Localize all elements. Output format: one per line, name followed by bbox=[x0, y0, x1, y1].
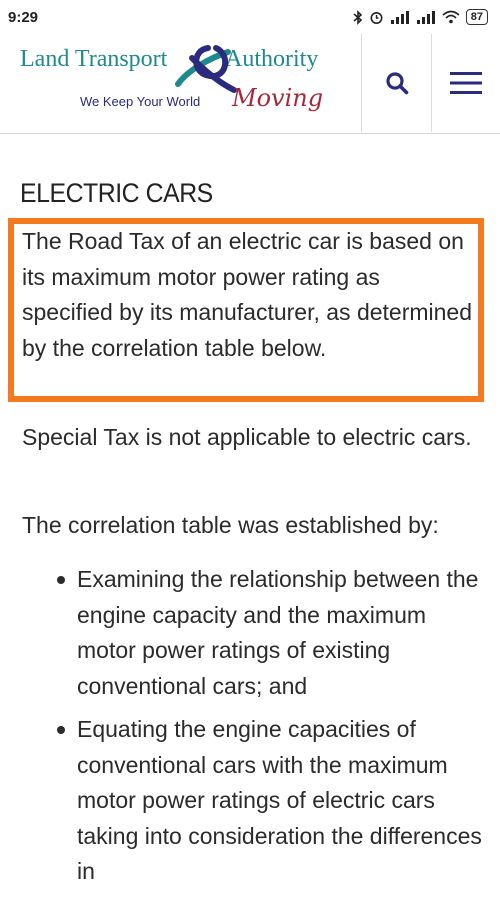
status-time: 9:29 bbox=[8, 8, 39, 26]
hamburger-menu-icon bbox=[450, 72, 482, 94]
paragraph-road-tax: The Road Tax of an electric car is based… bbox=[22, 228, 473, 361]
logo-title: Land Transport Authority bbox=[20, 46, 318, 73]
lta-logo[interactable]: Land Transport Authority We Keep Your Wo… bbox=[20, 45, 340, 132]
paragraph-special-tax: Special Tax is not applicable to electri… bbox=[22, 424, 472, 450]
logo-swoosh-icon bbox=[175, 45, 237, 93]
menu-button[interactable] bbox=[432, 34, 500, 132]
signal-icon bbox=[390, 10, 409, 24]
wifi-icon bbox=[442, 10, 460, 24]
status-bar: 9:29 87 bbox=[0, 0, 500, 34]
list-item-text: Equating the engine capacities of conven… bbox=[77, 716, 482, 884]
list-item: Equating the engine capacities of conven… bbox=[0, 712, 500, 890]
search-button[interactable] bbox=[362, 34, 432, 132]
list-item-text: Examining the relationship between the e… bbox=[77, 566, 479, 699]
bullet-dot bbox=[57, 576, 65, 584]
battery-icon: 87 bbox=[465, 9, 488, 25]
signal-icon bbox=[416, 10, 435, 24]
search-icon bbox=[386, 72, 409, 95]
list-item: Examining the relationship between the e… bbox=[0, 562, 500, 704]
status-icons: 87 bbox=[353, 9, 488, 25]
bullet-list: Examining the relationship between the e… bbox=[0, 562, 500, 898]
bluetooth-icon bbox=[353, 9, 362, 25]
site-header: Land Transport Authority We Keep Your Wo… bbox=[0, 34, 500, 134]
page-title: ELECTRIC CARS bbox=[20, 178, 213, 208]
logo-tagline: We Keep Your World bbox=[80, 94, 201, 109]
bullet-dot bbox=[57, 726, 65, 734]
alarm-icon bbox=[370, 11, 383, 24]
paragraph-correlation-intro: The correlation table was established by… bbox=[22, 512, 439, 538]
logo-title-left: Land Transport bbox=[20, 46, 168, 72]
logo-tagline-script: Moving bbox=[232, 84, 324, 112]
